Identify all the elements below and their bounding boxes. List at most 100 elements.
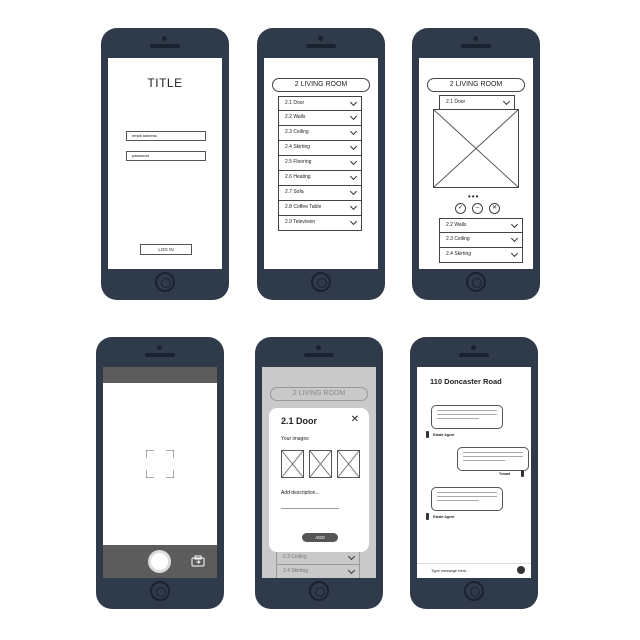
list-item[interactable]: 2.1 Door [439,95,515,110]
list-item-label: 2.4 Skirting [285,144,311,150]
list-item-label: 2.9 Television [285,219,316,225]
message-input[interactable]: Type message here... [417,563,531,578]
description-input[interactable]: Add description... [281,490,320,496]
speaker-icon [304,353,334,357]
camera-icon [471,345,476,350]
camera-icon [162,36,167,41]
chevron-down-icon [510,220,519,229]
list-item[interactable]: 2.4 Skirting [439,248,523,263]
switch-camera-icon[interactable] [191,555,205,567]
list-item-label: 2.1 Door [446,99,466,105]
home-button-icon[interactable] [311,272,331,292]
message-bubble [431,487,503,511]
image-placeholder-icon [309,450,332,478]
list-item[interactable]: 2.1 Door [278,96,362,111]
message-bubble [431,405,503,429]
check-icon[interactable]: ✓ [455,203,466,214]
tenant-avatar-icon [521,470,524,477]
chevron-down-icon [510,234,519,243]
add-button[interactable]: ADD [302,533,338,542]
chevron-down-icon [347,566,356,575]
home-button-icon[interactable] [150,581,170,601]
chevron-down-icon [349,217,358,226]
list-item-label: 2.6 Heating [285,174,311,180]
images-label: Your images [281,436,309,442]
list-item[interactable]: 2.8 Coffee Table [278,201,362,216]
chat-screen: 110 Doncaster Road Estate Agent Tenant E… [417,367,531,578]
chevron-down-icon [349,127,358,136]
list-item-label: 2.3 Ceiling [446,236,470,242]
room-header[interactable]: 2 LIVING ROOM [427,78,525,92]
speaker-icon [459,353,489,357]
agent-avatar-icon [426,431,429,438]
list-item[interactable]: 2.2 Walls [439,218,523,233]
list-item[interactable]: 2.9 Television [278,216,362,231]
home-button-icon[interactable] [309,581,329,601]
home-button-icon[interactable] [464,581,484,601]
list-item-label: 2.2 Walls [446,222,467,228]
sender-label: Tenant [499,472,511,476]
chevron-down-icon [349,202,358,211]
minus-icon[interactable]: – [472,203,483,214]
shutter-button-icon[interactable] [148,550,171,573]
phone-add-modal: 2 LIVING ROOM 2.3 Ceiling 2.4 Skirting 2… [255,337,383,609]
cross-icon[interactable]: ✕ [489,203,500,214]
send-icon[interactable] [517,566,525,574]
image-placeholder-icon [337,450,360,478]
list-item[interactable]: 2.3 Ceiling [278,126,362,141]
chevron-down-icon [510,249,519,258]
list-item-label: 2.4 Skirting [283,568,309,574]
list-item[interactable]: 2.6 Heating [278,171,362,186]
chevron-down-icon [349,142,358,151]
sender-label: Estate Agent [433,515,455,519]
speaker-icon [145,353,175,357]
list-item[interactable]: 2.5 Flooring [278,156,362,171]
background-list: 2.3 Ceiling 2.4 Skirting [276,550,360,578]
login-button[interactable]: LOG IN [140,244,192,255]
sender-label: Estate Agent [433,433,455,437]
modal-screen: 2 LIVING ROOM 2.3 Ceiling 2.4 Skirting 2… [262,367,376,578]
carousel-dots[interactable]: ••• [468,193,479,201]
email-field[interactable]: email address [126,131,206,141]
home-button-icon[interactable] [155,272,175,292]
image-placeholder-icon [281,450,304,478]
login-screen: TITLE email address password LOG IN [108,58,222,269]
list-item-label: 2.4 Skirting [446,251,472,257]
list-item[interactable]: 2.2 Walls [278,111,362,126]
camera-icon [318,36,323,41]
chevron-down-icon [349,157,358,166]
item-detail-screen: 2 LIVING ROOM 2.1 Door ••• ✓ – ✕ 2.2 Wal… [419,58,533,269]
home-button-icon[interactable] [466,272,486,292]
image-thumbnail[interactable] [281,450,304,478]
speaker-icon [150,44,180,48]
chevron-down-icon [349,112,358,121]
camera-top-bar [103,367,217,383]
list-item[interactable]: 2.7 Sofa [278,186,362,201]
image-thumbnail[interactable] [309,450,332,478]
list-item-label: 2.3 Ceiling [283,554,307,560]
focus-frame-icon [146,450,174,478]
camera-icon [157,345,162,350]
list-item-label: 2.3 Ceiling [285,129,309,135]
list-item-label: 2.5 Flooring [285,159,312,165]
list-item: 2.4 Skirting [276,565,360,578]
image-placeholder-icon [433,109,519,188]
speaker-icon [306,44,336,48]
agent-avatar-icon [426,513,429,520]
password-field[interactable]: password [126,151,206,161]
close-icon[interactable]: ✕ [351,414,359,425]
phone-login: TITLE email address password LOG IN [101,28,229,300]
phone-camera [96,337,224,609]
list-item[interactable]: 2.4 Skirting [278,141,362,156]
description-underline [281,508,339,509]
list-item-label: 2.8 Coffee Table [285,204,322,210]
list-item: 2.3 Ceiling [276,550,360,565]
chevron-down-icon [349,98,358,107]
image-thumbnail[interactable] [337,450,360,478]
list-item[interactable]: 2.3 Ceiling [439,233,523,248]
list-item-label: 2.2 Walls [285,114,306,120]
image-placeholder[interactable] [433,109,519,188]
camera-icon [473,36,478,41]
room-list-screen: 2 LIVING ROOM 2.1 Door 2.2 Walls 2.3 Cei… [264,58,378,269]
room-header[interactable]: 2 LIVING ROOM [272,78,370,92]
